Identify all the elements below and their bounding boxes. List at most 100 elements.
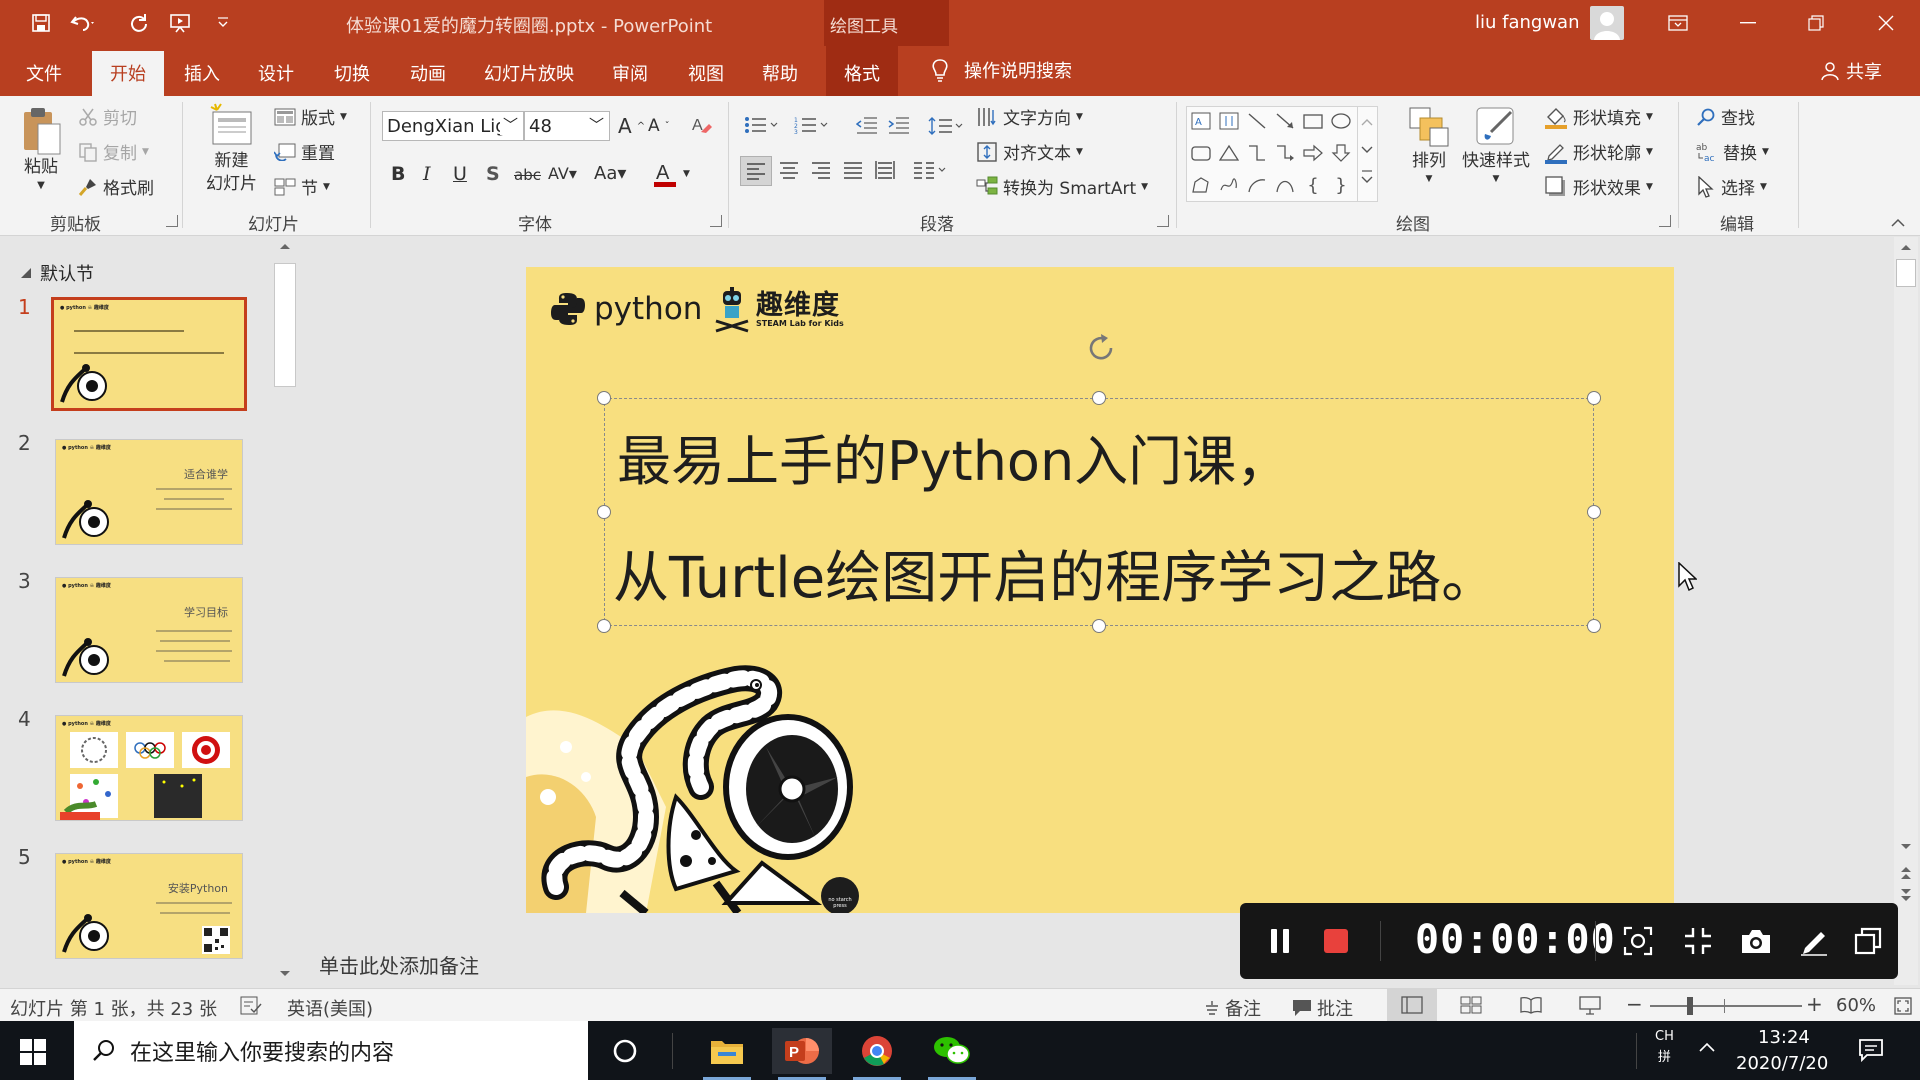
select-button[interactable]: 选择 ▼ xyxy=(1696,174,1767,199)
windows-start-icon[interactable] xyxy=(20,1039,46,1065)
start-slideshow-icon[interactable] xyxy=(164,8,198,38)
more-icon[interactable] xyxy=(1358,163,1376,193)
tell-me-search[interactable]: 操作说明搜索 xyxy=(930,57,1072,83)
paragraph-launcher-icon[interactable] xyxy=(1157,215,1169,227)
curve-shape-icon[interactable] xyxy=(1273,173,1297,197)
text-box-shape-icon[interactable]: A xyxy=(1189,109,1213,133)
change-case-icon[interactable]: Aa▾ xyxy=(594,163,626,184)
close-icon[interactable] xyxy=(1858,0,1914,46)
taskbar-search-box[interactable]: 在这里输入你要搜索的内容 xyxy=(74,1021,588,1080)
language-indicator[interactable]: 英语(美国) xyxy=(287,995,373,1021)
file-explorer-icon[interactable] xyxy=(697,1028,757,1080)
powerpoint-icon[interactable]: P xyxy=(772,1028,832,1080)
avatar[interactable] xyxy=(1590,6,1624,40)
rectangle-shape-icon[interactable] xyxy=(1301,109,1325,133)
new-slide-button[interactable]: 新建 幻灯片 xyxy=(206,102,257,196)
tab-animations[interactable]: 动画 xyxy=(410,60,446,86)
left-brace-shape-icon[interactable]: { xyxy=(1301,173,1325,197)
format-painter-button[interactable]: 格式刷 xyxy=(78,174,154,199)
section-header[interactable]: 默认节 xyxy=(20,260,94,286)
zoom-level[interactable]: 60% xyxy=(1836,995,1876,1016)
user-name[interactable]: liu fangwan xyxy=(1475,12,1580,33)
scroll-up-icon[interactable] xyxy=(274,237,296,255)
resize-handle-top-right[interactable] xyxy=(1587,391,1601,405)
slide-scrollbar[interactable] xyxy=(1894,237,1918,985)
tab-review[interactable]: 审阅 xyxy=(612,60,648,86)
vertical-text-box-shape-icon[interactable] xyxy=(1217,109,1241,133)
tab-file[interactable]: 文件 xyxy=(26,60,62,86)
slide-scrollbar-thumb[interactable] xyxy=(1896,259,1916,287)
thumbnail-scrollbar-thumb[interactable] xyxy=(274,263,296,387)
distributed-icon[interactable] xyxy=(874,160,896,180)
normal-view-button[interactable] xyxy=(1387,989,1437,1021)
redo-icon[interactable] xyxy=(122,8,156,38)
zoom-slider[interactable] xyxy=(1650,1005,1802,1007)
resize-handle-bottom-right[interactable] xyxy=(1587,619,1601,633)
clock-date[interactable]: 2020/7/20 xyxy=(1736,1053,1828,1074)
scroll-up-icon[interactable] xyxy=(1894,237,1918,257)
slide-thumbnail[interactable]: ● python ☠ 趣维度 xyxy=(55,715,243,821)
slide-thumbnail[interactable]: ● python ☠ 趣维度 学习目标 xyxy=(55,577,243,683)
slide-thumbnail[interactable]: ● python ☠ 趣维度 xyxy=(51,297,247,411)
align-text-button[interactable]: 对齐文本 ▼ xyxy=(976,139,1083,164)
tab-help[interactable]: 帮助 xyxy=(762,60,798,86)
arrow-line-shape-icon[interactable] xyxy=(1273,109,1297,133)
scroll-down-icon[interactable] xyxy=(274,965,296,983)
chevron-down-icon[interactable]: ﹀ xyxy=(499,114,521,135)
line-spacing-icon[interactable] xyxy=(928,116,964,136)
notes-placeholder[interactable]: 单击此处添加备注 xyxy=(319,950,479,979)
drawing-launcher-icon[interactable] xyxy=(1659,215,1671,227)
tab-format[interactable]: 格式 xyxy=(826,46,898,96)
pause-icon[interactable] xyxy=(1262,923,1298,959)
down-arrow-shape-icon[interactable] xyxy=(1329,141,1353,165)
comments-button[interactable]: 批注 xyxy=(1292,995,1353,1021)
tab-insert[interactable]: 插入 xyxy=(184,60,220,86)
oval-shape-icon[interactable] xyxy=(1329,109,1353,133)
underline-icon[interactable]: U xyxy=(453,163,467,185)
exit-fullscreen-icon[interactable] xyxy=(1680,923,1716,959)
share-button[interactable]: 共享 xyxy=(1820,58,1882,84)
slide-thumbnail[interactable]: ● python ☠ 趣维度 适合谁学 xyxy=(55,439,243,545)
rounded-rectangle-shape-icon[interactable] xyxy=(1189,141,1213,165)
tab-design[interactable]: 设计 xyxy=(258,60,294,86)
copy-button[interactable]: 复制 ▼ xyxy=(78,139,149,164)
strikethrough-icon[interactable]: abc xyxy=(514,166,541,184)
scribble-shape-icon[interactable] xyxy=(1217,173,1241,197)
align-right-icon[interactable] xyxy=(810,160,832,180)
tab-home[interactable]: 开始 xyxy=(92,51,164,96)
ribbon-display-options-icon[interactable] xyxy=(1650,0,1706,46)
tab-slideshow[interactable]: 幻灯片放映 xyxy=(484,60,574,86)
right-arrow-shape-icon[interactable] xyxy=(1301,141,1325,165)
align-center-icon[interactable] xyxy=(778,160,800,180)
arc-shape-icon[interactable] xyxy=(1245,173,1269,197)
next-slide-icon[interactable] xyxy=(1894,885,1918,905)
zoom-slider-thumb[interactable] xyxy=(1687,997,1693,1015)
elbow-connector-shape-icon[interactable] xyxy=(1245,141,1269,165)
section-button[interactable]: 节 ▼ xyxy=(274,174,330,199)
chevron-down-icon[interactable]: ﹀ xyxy=(585,114,607,135)
resize-handle-left[interactable] xyxy=(597,505,611,519)
title-text-box[interactable]: 最易上手的Python入门课， 从Turtle绘图开启的程序学习之路。 xyxy=(597,391,1601,633)
columns-icon[interactable] xyxy=(912,160,948,180)
chevron-up-icon[interactable] xyxy=(1358,107,1376,135)
zoom-in-icon[interactable]: + xyxy=(1806,992,1823,1016)
slide-canvas[interactable]: python 趣维度 STEAM Lab for Kids 最易上手的Pytho… xyxy=(526,267,1674,913)
customize-qat-icon[interactable] xyxy=(206,8,240,38)
slide-title-line-1[interactable]: 最易上手的Python入门课， xyxy=(617,417,1290,496)
notes-pane[interactable]: 单击此处添加备注 xyxy=(300,940,1230,984)
restore-icon[interactable] xyxy=(1788,0,1844,46)
scroll-down-icon[interactable] xyxy=(1894,837,1918,857)
window-mode-icon[interactable] xyxy=(1850,923,1886,959)
wechat-icon[interactable] xyxy=(922,1028,982,1080)
shadow-icon[interactable]: S xyxy=(486,163,500,185)
character-spacing-icon[interactable]: AV▾ xyxy=(548,164,577,183)
tab-view[interactable]: 视图 xyxy=(688,60,724,86)
justify-icon[interactable] xyxy=(842,160,864,180)
shape-fill-button[interactable]: 形状填充 ▼ xyxy=(1544,104,1653,129)
replace-button[interactable]: ab ac 替换 ▼ xyxy=(1696,139,1769,165)
font-launcher-icon[interactable] xyxy=(710,215,722,227)
quick-styles-button[interactable]: 快速样式 ▼ xyxy=(1462,106,1530,185)
camera-icon[interactable] xyxy=(1738,923,1774,959)
text-direction-button[interactable]: 文字方向 ▼ xyxy=(976,104,1083,129)
triangle-shape-icon[interactable] xyxy=(1217,141,1241,165)
